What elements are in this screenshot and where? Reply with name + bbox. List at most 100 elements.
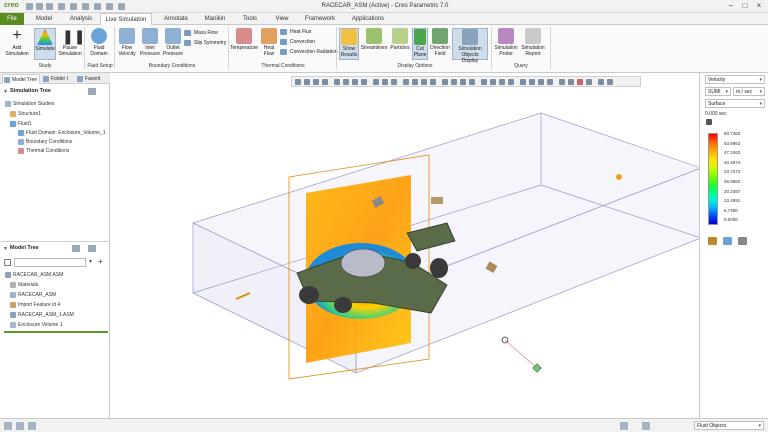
settings-icon[interactable] bbox=[88, 88, 96, 95]
minimize-icon[interactable]: – bbox=[724, 1, 738, 11]
windows-icon[interactable] bbox=[94, 3, 101, 10]
tree-item[interactable]: RACECAR_ASM_1.ASM bbox=[10, 312, 74, 318]
add-simulation-button[interactable]: + Add Simulation bbox=[2, 28, 32, 58]
slip-symmetry-button[interactable]: Slip Symmetry bbox=[184, 39, 226, 47]
model-tree-search-input[interactable] bbox=[14, 258, 86, 267]
tab-framework[interactable]: Framework bbox=[300, 13, 340, 25]
close-window-icon[interactable] bbox=[106, 3, 113, 10]
add-icon[interactable]: + bbox=[98, 257, 103, 266]
graphics-viewport[interactable] bbox=[111, 73, 765, 418]
selection-icon[interactable] bbox=[642, 422, 650, 430]
tree-item[interactable]: Fluid Domain: Enclosure_Volume_1 bbox=[18, 130, 106, 136]
probe-tool-icon[interactable] bbox=[708, 237, 717, 245]
convection-button[interactable]: Convection bbox=[280, 38, 315, 46]
filter-icon[interactable] bbox=[4, 259, 11, 266]
open-icon[interactable] bbox=[36, 3, 43, 10]
show-icon[interactable] bbox=[88, 245, 96, 252]
selection-filter[interactable]: Fluid Objects bbox=[694, 421, 764, 430]
group-query-label: Query bbox=[514, 63, 528, 69]
flow-velocity-button[interactable]: Flow Velocity bbox=[116, 28, 138, 57]
redo-icon[interactable] bbox=[70, 3, 77, 10]
settings-icon[interactable] bbox=[72, 245, 80, 252]
particles-button[interactable]: Particles bbox=[389, 28, 411, 51]
full-screen-icon[interactable] bbox=[28, 422, 36, 430]
tree-item[interactable]: Thermal Conditions bbox=[18, 148, 69, 154]
unit-select[interactable]: m / sec bbox=[733, 87, 765, 96]
tree-item[interactable]: Import Feature id 4 bbox=[10, 302, 60, 308]
tab-file[interactable]: File bbox=[0, 13, 24, 25]
simulation-tree-header: Simulation Tree bbox=[10, 88, 51, 94]
legend-display-icon[interactable] bbox=[723, 237, 732, 245]
tree-item[interactable]: RACECAR_ASM bbox=[10, 292, 56, 298]
show-results-button[interactable]: Show Results bbox=[339, 28, 359, 60]
probe-object[interactable] bbox=[431, 197, 443, 204]
customize-icon[interactable] bbox=[118, 3, 125, 10]
temperature-button[interactable]: Temperature bbox=[230, 28, 258, 51]
simulation-report-button[interactable]: Simulation Report bbox=[520, 28, 546, 57]
tree-item[interactable]: Boundary Conditions bbox=[18, 139, 72, 145]
quantity-select[interactable]: Velocity bbox=[705, 75, 765, 84]
convection-radiation-button[interactable]: Convection Radiation bbox=[280, 48, 338, 56]
tab-tools[interactable]: Tools bbox=[236, 13, 264, 25]
heat-flux-button[interactable]: Heat Flux bbox=[280, 28, 311, 36]
import-feature-icon bbox=[10, 302, 16, 308]
cut-plane-icon bbox=[414, 29, 426, 45]
tab-analysis[interactable]: Analysis bbox=[64, 13, 98, 25]
tab-applications[interactable]: Applications bbox=[346, 13, 390, 25]
legend-value: 20.2487 bbox=[724, 188, 741, 194]
tab-favorites[interactable]: Favorit bbox=[76, 74, 108, 84]
new-icon[interactable] bbox=[26, 3, 33, 10]
simulation-probe-button[interactable]: Simulation Probe bbox=[493, 28, 519, 57]
fluid-domain-icon bbox=[91, 28, 107, 44]
simulate-button[interactable]: Simulate bbox=[34, 28, 56, 60]
maximize-icon[interactable]: □ bbox=[738, 1, 752, 11]
direction-field-button[interactable]: Direction Field bbox=[429, 28, 451, 57]
tree-item[interactable]: Fluid1 bbox=[10, 121, 32, 127]
unit-system-select[interactable]: SUMI bbox=[705, 87, 731, 96]
simulation-objects-display-button[interactable]: Simulation Objects Display bbox=[452, 28, 488, 64]
mass-flow-button[interactable]: Mass Flow bbox=[184, 29, 218, 37]
particles-icon bbox=[392, 28, 408, 44]
app-logo: creo bbox=[4, 2, 19, 9]
tree-item[interactable]: Structure1 bbox=[10, 111, 41, 117]
tab-model-tree[interactable]: Model Tree bbox=[2, 74, 40, 84]
swap-icon[interactable] bbox=[738, 237, 747, 245]
heat-flow-button[interactable]: Heat Flow bbox=[259, 28, 279, 57]
display-select[interactable]: Surface bbox=[705, 99, 765, 108]
undo-icon[interactable] bbox=[58, 3, 65, 10]
tab-annotate[interactable]: Annotate bbox=[158, 13, 194, 25]
simulate-icon bbox=[37, 29, 53, 45]
cut-plane-button[interactable]: Cut Plane bbox=[412, 28, 428, 60]
browser-icon[interactable] bbox=[16, 422, 24, 430]
inlet-pressure-icon bbox=[142, 28, 158, 44]
tree-item[interactable]: Enclosure Volume 1 bbox=[10, 322, 62, 328]
inlet-pressure-button[interactable]: Inlet Pressure bbox=[139, 28, 161, 57]
regenerate-icon[interactable] bbox=[82, 3, 89, 10]
legend-settings-icon[interactable] bbox=[706, 119, 712, 125]
tree-item[interactable]: Simulation Studies bbox=[5, 101, 54, 107]
save-icon[interactable] bbox=[46, 3, 53, 10]
tab-model[interactable]: Model bbox=[28, 13, 60, 25]
coordinate-system-icon bbox=[10, 292, 16, 298]
time-readout: 0.000 sec bbox=[705, 111, 727, 117]
find-icon[interactable] bbox=[620, 422, 628, 430]
pause-simulation-button[interactable]: ❚❚ Pause Simulation bbox=[58, 28, 85, 57]
fluid-domain-button[interactable]: Fluid Domain bbox=[86, 28, 112, 57]
window-title: RACECAR_ASM (Active) - Creo Parametric 7… bbox=[321, 3, 449, 9]
tab-view[interactable]: View bbox=[268, 13, 296, 25]
report-icon bbox=[525, 28, 541, 44]
navigator-icon[interactable] bbox=[4, 422, 12, 430]
tab-folder-browser[interactable]: Folder I bbox=[42, 74, 74, 84]
group-thermal-conditions-label: Thermal Conditions bbox=[261, 63, 305, 69]
outlet-pressure-button[interactable]: Outlet Pressure bbox=[162, 28, 184, 57]
show-results-label: Show Results bbox=[340, 46, 358, 58]
tree-item[interactable]: RACECAR_ASM.ASM bbox=[5, 272, 63, 278]
streamlines-button[interactable]: Streamlines bbox=[360, 28, 388, 51]
collapse-icon[interactable]: ▼ bbox=[3, 246, 8, 252]
collapse-icon[interactable]: ▼ bbox=[3, 89, 8, 95]
tab-manikin[interactable]: Manikin bbox=[198, 13, 232, 25]
close-icon[interactable]: × bbox=[752, 1, 766, 11]
tree-item[interactable]: Materials bbox=[10, 282, 38, 288]
probe-point[interactable] bbox=[616, 174, 622, 180]
dropdown-icon[interactable]: ▾ bbox=[89, 258, 92, 265]
